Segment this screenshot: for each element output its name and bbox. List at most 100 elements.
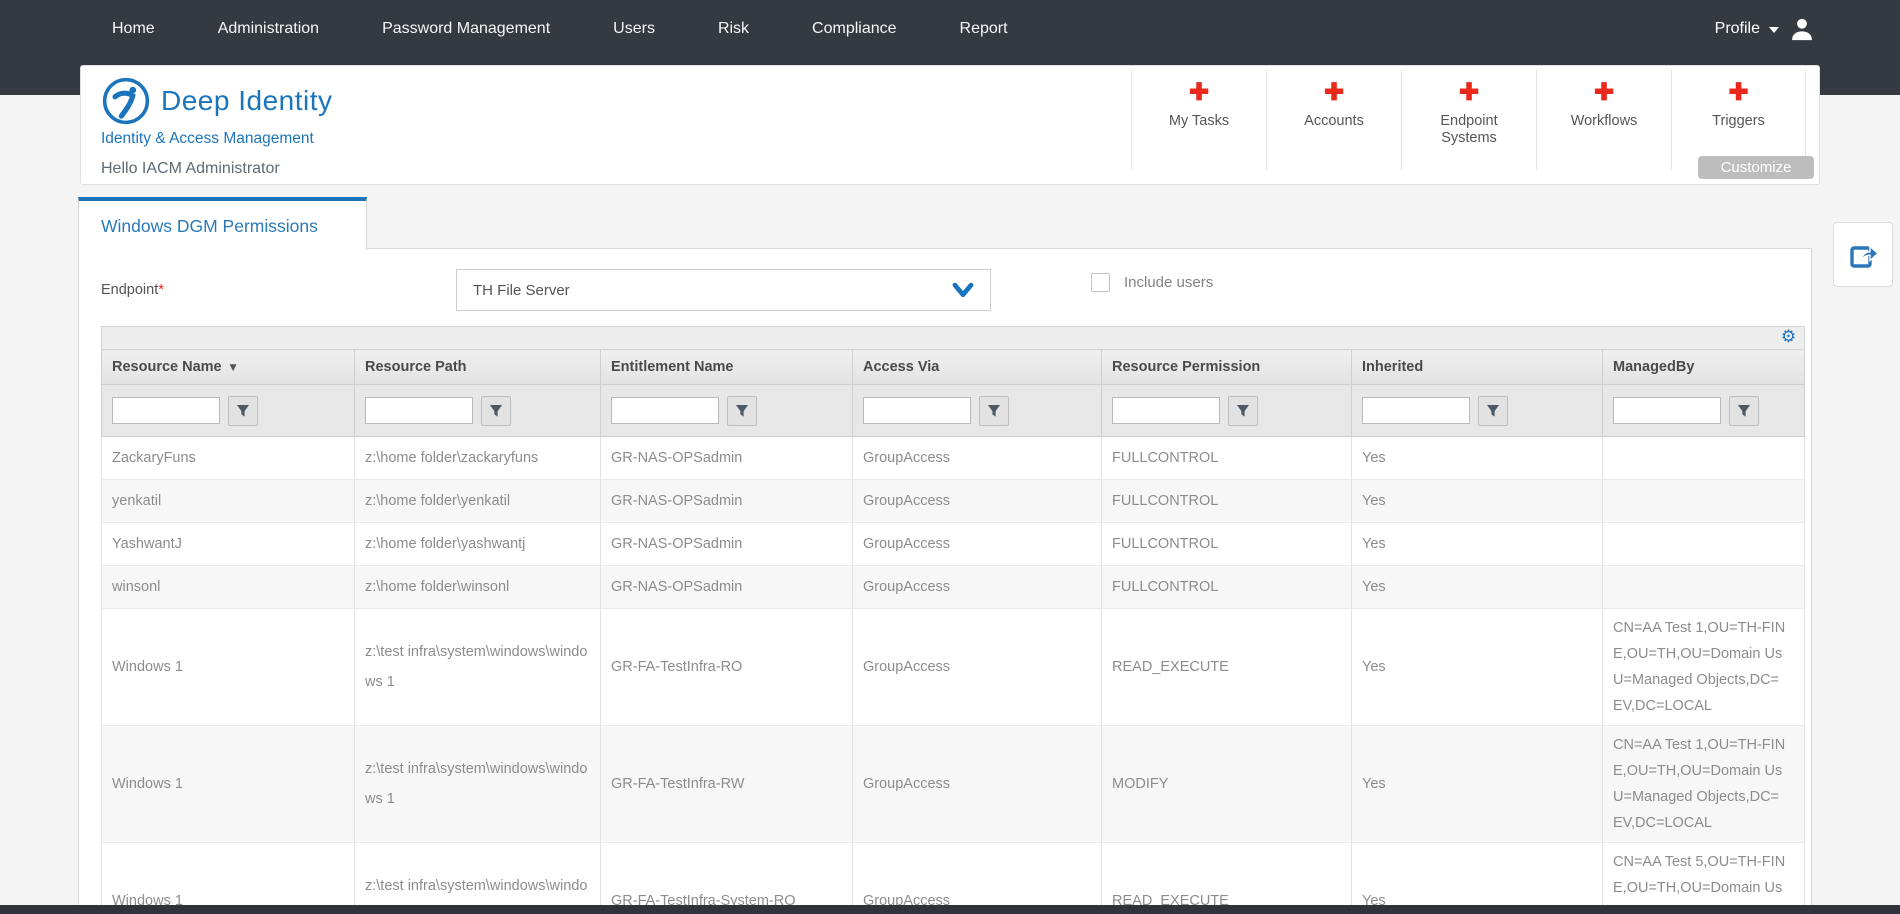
filter-input-managedby[interactable] bbox=[1613, 397, 1721, 424]
plus-icon: ✚ bbox=[1537, 80, 1671, 106]
cell-entitlement-name: GR-FA-TestInfra-System-RO bbox=[601, 843, 853, 914]
gear-icon[interactable]: ⚙ bbox=[1781, 329, 1796, 346]
plus-icon: ✚ bbox=[1132, 80, 1266, 106]
filter-cell-resource-path bbox=[355, 385, 601, 437]
filter-funnel-button-resource-name[interactable] bbox=[228, 396, 258, 426]
column-header-access-via[interactable]: Access Via bbox=[853, 350, 1102, 385]
table-row[interactable]: yenkatilz:\home folder\yenkatilGR-NAS-OP… bbox=[102, 480, 1805, 523]
table-row[interactable]: winsonlz:\home folder\winsonlGR-NAS-OPSa… bbox=[102, 566, 1805, 609]
filter-funnel-button-resource-path[interactable] bbox=[481, 396, 511, 426]
managed-by-line: E,OU=TH,OU=Domain Us bbox=[1613, 875, 1794, 901]
cell-inherited: Yes bbox=[1352, 609, 1603, 726]
filter-input-inherited[interactable] bbox=[1362, 397, 1470, 424]
endpoint-label: Endpoint* bbox=[101, 282, 164, 298]
cell-managed-by bbox=[1603, 480, 1805, 523]
cell-entitlement-name: GR-NAS-OPSadmin bbox=[601, 480, 853, 523]
endpoint-label-text: Endpoint bbox=[101, 282, 158, 298]
filter-input-entitlement-name[interactable] bbox=[611, 397, 719, 424]
column-header-inherited[interactable]: Inherited bbox=[1352, 350, 1603, 385]
export-button[interactable] bbox=[1833, 222, 1893, 287]
content-panel: Endpoint* TH File Server Include users ⚙… bbox=[78, 248, 1812, 914]
table-body: ZackaryFunsz:\home folder\zackaryfunsGR-… bbox=[102, 437, 1805, 914]
nav-item-users[interactable]: Users bbox=[613, 20, 655, 38]
table-row[interactable]: ZackaryFunsz:\home folder\zackaryfunsGR-… bbox=[102, 437, 1805, 480]
column-header-resource-name[interactable]: Resource Name▼ bbox=[102, 350, 355, 385]
cell-access-via: GroupAccess bbox=[853, 566, 1102, 609]
filter-funnel-button-entitlement-name[interactable] bbox=[727, 396, 757, 426]
column-header-managedby[interactable]: ManagedBy bbox=[1603, 350, 1805, 385]
brand-subtitle: Identity & Access Management bbox=[101, 130, 314, 148]
filter-funnel-button-access-via[interactable] bbox=[979, 396, 1009, 426]
include-users-checkbox[interactable] bbox=[1091, 273, 1110, 292]
column-header-resource-permission[interactable]: Resource Permission bbox=[1102, 350, 1352, 385]
filter-input-resource-permission[interactable] bbox=[1112, 397, 1220, 424]
managed-by-line: E,OU=TH,OU=Domain Us bbox=[1613, 758, 1794, 784]
nav-item-compliance[interactable]: Compliance bbox=[812, 20, 896, 38]
cell-inherited: Yes bbox=[1352, 726, 1603, 843]
cell-resource-path: z:\home folder\zackaryfuns bbox=[355, 437, 601, 480]
nav-item-password-management[interactable]: Password Management bbox=[382, 20, 550, 38]
cell-resource-path: z:\test infra\system\windows\windows 1 bbox=[355, 609, 601, 726]
cell-resource-path: z:\home folder\yenkatil bbox=[355, 480, 601, 523]
table-row[interactable]: Windows 1z:\test infra\system\windows\wi… bbox=[102, 726, 1805, 843]
quick-action-label: Endpoint Systems bbox=[1419, 113, 1519, 147]
cell-access-via: GroupAccess bbox=[853, 523, 1102, 566]
profile-menu[interactable]: Profile bbox=[1715, 0, 1816, 57]
filter-funnel-button-resource-permission[interactable] bbox=[1228, 396, 1258, 426]
table-row[interactable]: YashwantJz:\home folder\yashwantjGR-NAS-… bbox=[102, 523, 1805, 566]
table-row[interactable]: Windows 1z:\test infra\system\windows\wi… bbox=[102, 843, 1805, 914]
quick-action-my-tasks[interactable]: ✚ My Tasks bbox=[1131, 70, 1266, 170]
quick-action-label: My Tasks bbox=[1149, 113, 1249, 130]
filter-funnel-button-inherited[interactable] bbox=[1478, 396, 1508, 426]
filter-funnel-button-managedby[interactable] bbox=[1729, 396, 1759, 426]
column-header-entitlement-name[interactable]: Entitlement Name bbox=[601, 350, 853, 385]
cell-resource-name: yenkatil bbox=[102, 480, 355, 523]
cell-resource-name: YashwantJ bbox=[102, 523, 355, 566]
managed-by-line: CN=AA Test 1,OU=TH-FIN bbox=[1613, 732, 1794, 758]
managed-by-line: CN=AA Test 5,OU=TH-FIN bbox=[1613, 849, 1794, 875]
user-avatar-icon bbox=[1788, 15, 1816, 43]
quick-action-triggers[interactable]: ✚Triggers bbox=[1671, 70, 1806, 170]
cell-resource-permission: FULLCONTROL bbox=[1102, 523, 1352, 566]
filter-cell-inherited bbox=[1352, 385, 1603, 437]
filter-input-resource-path[interactable] bbox=[365, 397, 473, 424]
table-filter-row bbox=[102, 385, 1805, 437]
cell-resource-permission: FULLCONTROL bbox=[1102, 566, 1352, 609]
funnel-icon bbox=[1236, 404, 1250, 418]
bottom-bar bbox=[0, 905, 1900, 914]
header-card: Deep Identity Identity & Access Manageme… bbox=[80, 65, 1820, 185]
quick-actions: ✚My Tasks✚Accounts✚Endpoint Systems✚Work… bbox=[1131, 70, 1806, 170]
column-header-resource-path[interactable]: Resource Path bbox=[355, 350, 601, 385]
plus-icon: ✚ bbox=[1672, 80, 1805, 106]
nav-menu: Home Administration Password Management Use… bbox=[112, 0, 1008, 57]
nav-item-home[interactable]: Home bbox=[112, 20, 155, 38]
cell-access-via: GroupAccess bbox=[853, 437, 1102, 480]
customize-button[interactable]: Customize bbox=[1698, 156, 1814, 179]
quick-action-endpoint-systems[interactable]: ✚Endpoint Systems bbox=[1401, 70, 1536, 170]
funnel-icon bbox=[489, 404, 503, 418]
funnel-icon bbox=[1737, 404, 1751, 418]
cell-resource-permission: READ_EXECUTE bbox=[1102, 843, 1352, 914]
cell-inherited: Yes bbox=[1352, 523, 1603, 566]
cell-resource-name: Windows 1 bbox=[102, 843, 355, 914]
table-toolbar: ⚙ bbox=[102, 327, 1805, 350]
chevron-down-icon bbox=[952, 283, 974, 298]
cell-resource-name: ZackaryFuns bbox=[102, 437, 355, 480]
quick-action-workflows[interactable]: ✚Workflows bbox=[1536, 70, 1671, 170]
cell-managed-by bbox=[1603, 523, 1805, 566]
nav-item-administration[interactable]: Administration bbox=[218, 20, 319, 38]
endpoint-dropdown[interactable]: TH File Server bbox=[456, 269, 991, 311]
cell-managed-by: CN=AA Test 1,OU=TH-FINE,OU=TH,OU=Domain … bbox=[1603, 609, 1805, 726]
cell-entitlement-name: GR-NAS-OPSadmin bbox=[601, 566, 853, 609]
nav-item-report[interactable]: Report bbox=[960, 20, 1008, 38]
filter-cell-resource-name bbox=[102, 385, 355, 437]
cell-managed-by: CN=AA Test 1,OU=TH-FINE,OU=TH,OU=Domain … bbox=[1603, 726, 1805, 843]
funnel-icon bbox=[236, 404, 250, 418]
table-row[interactable]: Windows 1z:\test infra\system\windows\wi… bbox=[102, 609, 1805, 726]
filter-input-access-via[interactable] bbox=[863, 397, 971, 424]
quick-action-accounts[interactable]: ✚Accounts bbox=[1266, 70, 1401, 170]
tab-windows-dgm-permissions[interactable]: Windows DGM Permissions bbox=[78, 197, 367, 250]
nav-item-risk[interactable]: Risk bbox=[718, 20, 749, 38]
export-share-icon bbox=[1846, 238, 1880, 272]
filter-input-resource-name[interactable] bbox=[112, 397, 220, 424]
